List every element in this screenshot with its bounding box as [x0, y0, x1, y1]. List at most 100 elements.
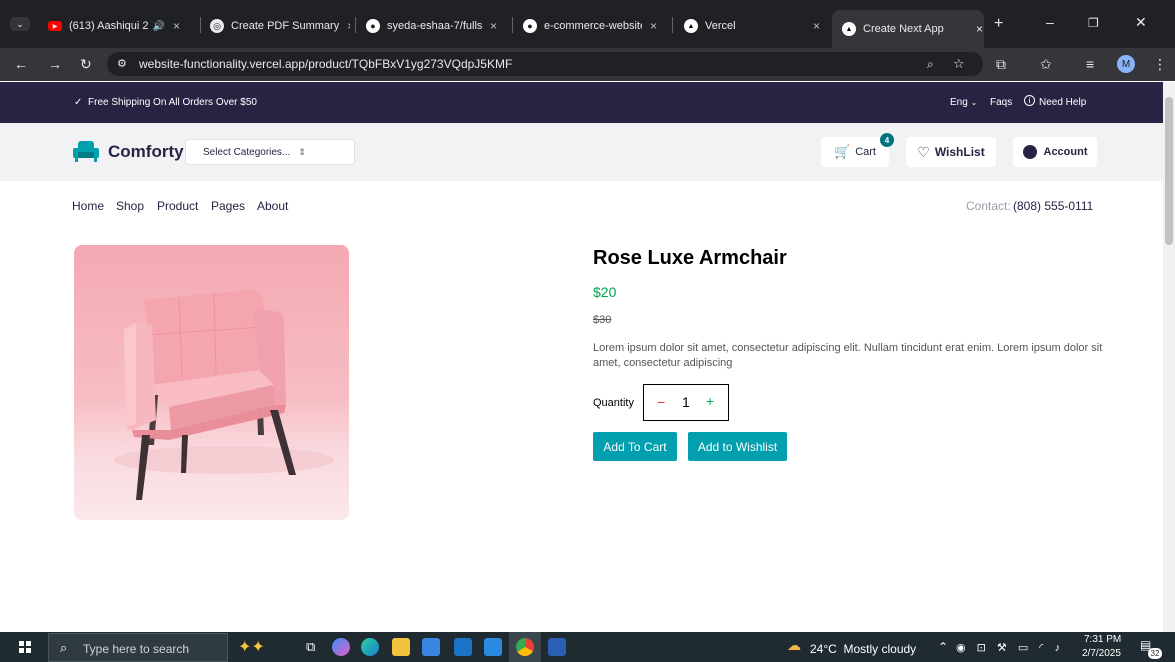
- chrome-taskbar-button[interactable]: [509, 632, 541, 662]
- product-price: $20: [593, 284, 617, 300]
- category-select[interactable]: Select Categories... ⇕: [185, 139, 355, 165]
- youtube-icon: ▶: [48, 21, 62, 31]
- menu-icon[interactable]: ⋮: [1153, 57, 1167, 71]
- quantity-decrease-button[interactable]: −: [657, 394, 665, 410]
- minimize-icon[interactable]: –: [1046, 15, 1054, 29]
- info-icon: i: [1024, 95, 1035, 106]
- add-to-wishlist-button[interactable]: Add to Wishlist: [688, 432, 787, 461]
- tab-create-next-app[interactable]: ▲ Create Next App ×: [832, 10, 984, 48]
- brand-name[interactable]: Comforty: [108, 142, 184, 162]
- tab-close-icon[interactable]: ×: [490, 19, 497, 33]
- tab-close-icon[interactable]: ×: [813, 19, 820, 33]
- nav-shop[interactable]: Shop: [116, 199, 144, 213]
- bookmarks-icon[interactable]: ✩: [1040, 57, 1052, 71]
- tab-close-icon[interactable]: ×: [347, 19, 350, 33]
- clock-date[interactable]: 2/7/2025: [1082, 648, 1121, 659]
- address-bar[interactable]: ⚙ website-functionality.vercel.app/produ…: [107, 52, 983, 76]
- extensions-icon[interactable]: ⧉: [996, 57, 1006, 71]
- notification-count-badge: 32: [1148, 648, 1162, 659]
- profile-avatar[interactable]: M: [1117, 55, 1135, 73]
- chevron-down-icon: ⌄: [970, 98, 978, 107]
- tray-status-icons[interactable]: ◉ ⊡ ⚒ ▭ ◜ ♪: [956, 641, 1064, 654]
- reading-list-icon[interactable]: ≡: [1086, 57, 1094, 71]
- tab-vercel[interactable]: ▲ Vercel ×: [684, 12, 824, 40]
- weather-text[interactable]: 24°C Mostly cloudy: [810, 642, 916, 656]
- check-icon: ✓: [74, 97, 83, 108]
- category-select-label: Select Categories...: [203, 146, 291, 158]
- file-explorer-icon[interactable]: [392, 638, 410, 656]
- quantity-label: Quantity: [593, 397, 634, 409]
- tab-pdf-summary[interactable]: ◎ Create PDF Summary ×: [210, 12, 350, 40]
- tab-search-icon[interactable]: ⌄: [10, 17, 30, 31]
- product-image: [74, 245, 349, 520]
- tab-youtube[interactable]: ▶ (613) Aashiqui 2 🔊 ×: [48, 12, 198, 40]
- outlook-icon[interactable]: [454, 638, 472, 656]
- tab-close-icon[interactable]: ×: [650, 19, 657, 33]
- search-icon: ⌕: [60, 640, 68, 655]
- tab-title: syeda-eshaa-7/fullsta: [387, 20, 482, 32]
- quantity-stepper[interactable]: − 1 +: [643, 384, 729, 421]
- nav-home[interactable]: Home: [72, 199, 104, 213]
- quantity-value: 1: [682, 394, 690, 410]
- bookmark-star-icon[interactable]: ☆: [953, 57, 965, 71]
- wishlist-label: WishList: [934, 145, 985, 159]
- nav-pages[interactable]: Pages: [211, 199, 245, 213]
- site-info-icon[interactable]: ⚙: [117, 57, 127, 71]
- url-text[interactable]: website-functionality.vercel.app/product…: [139, 57, 512, 71]
- restore-icon[interactable]: ❐: [1088, 16, 1099, 30]
- wishlist-button[interactable]: ♡ WishList: [906, 137, 996, 167]
- taskbar-search-placeholder: Type here to search: [83, 642, 190, 656]
- heart-icon: ♡: [917, 143, 930, 160]
- close-window-icon[interactable]: ✕: [1135, 15, 1147, 29]
- sofa-logo-icon: [72, 139, 100, 163]
- reload-icon[interactable]: ↻: [80, 57, 92, 71]
- tab-github-fullstack[interactable]: ● syeda-eshaa-7/fullsta ×: [366, 12, 506, 40]
- add-to-cart-button[interactable]: Add To Cart: [593, 432, 677, 461]
- clock-time[interactable]: 7:31 PM: [1084, 634, 1121, 645]
- tab-title: e-commerce-website: [544, 20, 642, 32]
- zoom-icon[interactable]: ⌕: [927, 57, 934, 71]
- browser-tab-bar: ⌄ ▶ (613) Aashiqui 2 🔊 × ◎ Create PDF Su…: [0, 0, 1175, 48]
- faqs-link[interactable]: Faqs: [990, 97, 1012, 108]
- windows-start-icon[interactable]: [19, 641, 31, 653]
- shipping-text: Free Shipping On All Orders Over $50: [88, 97, 257, 108]
- account-button[interactable]: Account: [1013, 137, 1097, 167]
- word-icon[interactable]: [548, 638, 566, 656]
- nav-about[interactable]: About: [257, 199, 288, 213]
- copilot-icon[interactable]: [332, 638, 350, 656]
- tray-chevron-up-icon[interactable]: ⌃: [938, 640, 948, 654]
- back-icon[interactable]: ←: [14, 57, 28, 71]
- nav-product[interactable]: Product: [157, 199, 198, 213]
- main-nav: Home Shop Product Pages About Contact: (…: [0, 181, 1163, 229]
- language-label: Eng: [950, 97, 968, 108]
- vercel-icon: ▲: [842, 22, 856, 36]
- task-view-icon[interactable]: ⧉: [306, 639, 315, 655]
- product-description: Lorem ipsum dolor sit amet, consectetur …: [593, 342, 1103, 369]
- new-tab-icon[interactable]: +: [994, 16, 1003, 32]
- speaker-icon: 🔊: [152, 20, 165, 32]
- language-select[interactable]: Eng ⌄: [950, 97, 977, 108]
- sparkle-icon[interactable]: ✦✦: [238, 637, 265, 657]
- store-icon[interactable]: [422, 638, 440, 656]
- scrollbar-thumb[interactable]: [1165, 97, 1173, 245]
- site-header: Comforty Select Categories... ⇕ 🛒 Cart 4…: [0, 123, 1163, 181]
- tab-github-ecommerce[interactable]: ● e-commerce-website ×: [523, 12, 668, 40]
- product-old-price: $30: [593, 314, 612, 326]
- tab-close-icon[interactable]: ×: [173, 19, 180, 33]
- promo-topbar: ✓ Free Shipping On All Orders Over $50 E…: [0, 82, 1163, 123]
- tab-title: Create PDF Summary: [231, 20, 340, 32]
- quantity-increase-button[interactable]: +: [706, 393, 714, 409]
- forward-icon[interactable]: →: [48, 57, 62, 71]
- account-label: Account: [1043, 146, 1088, 158]
- edge-icon[interactable]: [361, 638, 379, 656]
- need-help-link[interactable]: Need Help: [1039, 97, 1086, 108]
- tab-title: Vercel: [705, 20, 736, 32]
- product-title: Rose Luxe Armchair: [593, 247, 787, 269]
- tab-close-icon[interactable]: ×: [976, 22, 983, 36]
- taskbar-search-box[interactable]: ⌕ Type here to search: [48, 633, 228, 662]
- contact-phone[interactable]: (808) 555-0111: [1013, 199, 1093, 213]
- chrome-icon: [516, 638, 534, 656]
- vscode-icon[interactable]: [484, 638, 502, 656]
- updown-chevron-icon: ⇕: [298, 146, 306, 157]
- cart-button[interactable]: 🛒 Cart: [821, 137, 889, 167]
